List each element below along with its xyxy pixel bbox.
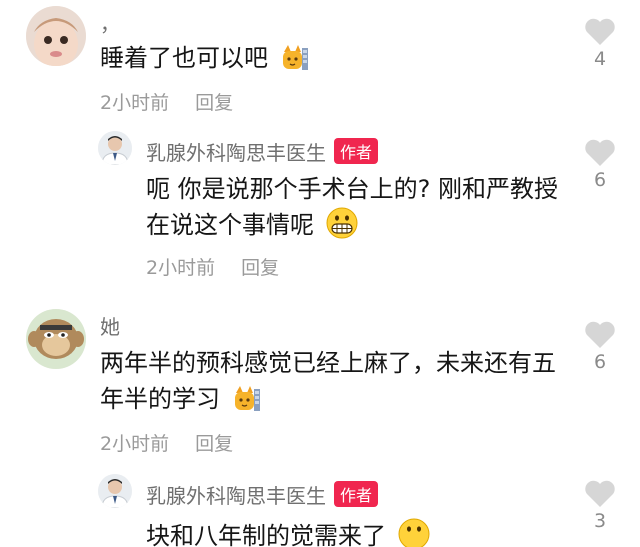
comment-username[interactable]: ， <box>100 8 120 37</box>
like-button[interactable]: 6 <box>580 321 620 373</box>
like-button[interactable]: 6 <box>580 139 620 191</box>
like-count: 4 <box>593 48 607 70</box>
comment-text: 两年半的预科感觉已经上麻了，未来还有五 年半的学习 <box>100 345 556 423</box>
comment-text-line: 呃 你是说那个手术台上的? 刚和严教授 <box>146 175 558 203</box>
like-button[interactable]: 4 <box>580 18 620 70</box>
heart-icon <box>585 139 615 166</box>
comment-meta: 2小时前 回复 <box>100 429 233 456</box>
cat-cheers-emoji <box>280 42 310 82</box>
comment-item: 她 两年半的预科感觉已经上麻了，未来还有五 年半的学习 2小时前 回复 6 <box>0 305 640 465</box>
like-count: 6 <box>593 351 607 373</box>
comment-text-body: 睡着了也可以吧 <box>100 44 268 72</box>
comment-text-body: 块和八年制的觉需来了 <box>146 522 386 547</box>
comment-meta: 2小时前 回复 <box>100 88 233 115</box>
comment-text-body: 在说这个事情呢 <box>146 211 314 239</box>
comment-text-line: 两年半的预科感觉已经上麻了，未来还有五 <box>100 349 556 377</box>
reply-button[interactable]: 回复 <box>195 433 233 455</box>
comment-item: ， 睡着了也可以吧 2小时前 回复 4 <box>0 0 640 120</box>
avatar[interactable] <box>26 6 86 66</box>
comment-text: 呃 你是说那个手术台上的? 刚和严教授 在说这个事情呢 <box>146 171 558 249</box>
comment-time: 2小时前 <box>100 92 170 114</box>
heart-icon <box>585 480 615 507</box>
avatar[interactable] <box>98 131 132 165</box>
comment-text-line: 在说这个事情呢 <box>146 207 558 249</box>
like-count: 6 <box>593 169 607 191</box>
like-button[interactable]: 3 <box>580 480 620 532</box>
comment-text: 块和八年制的觉需来了 <box>146 518 430 547</box>
reply-comment-item: 乳腺外科陶思丰医生 作者 呃 你是说那个手术台上的? 刚和严教授 在说这个事情呢 … <box>0 125 640 285</box>
author-name[interactable]: 乳腺外科陶思丰医生 <box>146 484 326 508</box>
comment-time: 2小时前 <box>100 433 170 455</box>
grin-emoji <box>398 518 430 547</box>
reply-button[interactable]: 回复 <box>195 92 233 114</box>
comment-username[interactable]: 乳腺外科陶思丰医生 作者 <box>146 480 379 509</box>
cat-cheers-emoji <box>232 383 262 423</box>
comment-username[interactable]: 乳腺外科陶思丰医生 作者 <box>146 137 379 166</box>
comment-meta: 2小时前 回复 <box>146 253 279 280</box>
grin-emoji <box>326 207 358 249</box>
heart-icon <box>585 321 615 348</box>
comment-text-line: 年半的学习 <box>100 381 556 423</box>
reply-comment-item: 乳腺外科陶思丰医生 作者 块和八年制的觉需来了 3 <box>0 468 640 547</box>
heart-icon <box>585 18 615 45</box>
author-name[interactable]: 乳腺外科陶思丰医生 <box>146 141 326 165</box>
like-count: 3 <box>593 510 607 532</box>
comment-time: 2小时前 <box>146 257 216 279</box>
comment-username[interactable]: 她 <box>100 311 120 340</box>
avatar[interactable] <box>98 474 132 508</box>
reply-button[interactable]: 回复 <box>241 257 279 279</box>
avatar[interactable] <box>26 309 86 369</box>
comment-text: 睡着了也可以吧 <box>100 40 310 82</box>
author-badge: 作者 <box>334 138 379 164</box>
comment-text-body: 年半的学习 <box>100 385 220 413</box>
author-badge: 作者 <box>334 481 379 507</box>
